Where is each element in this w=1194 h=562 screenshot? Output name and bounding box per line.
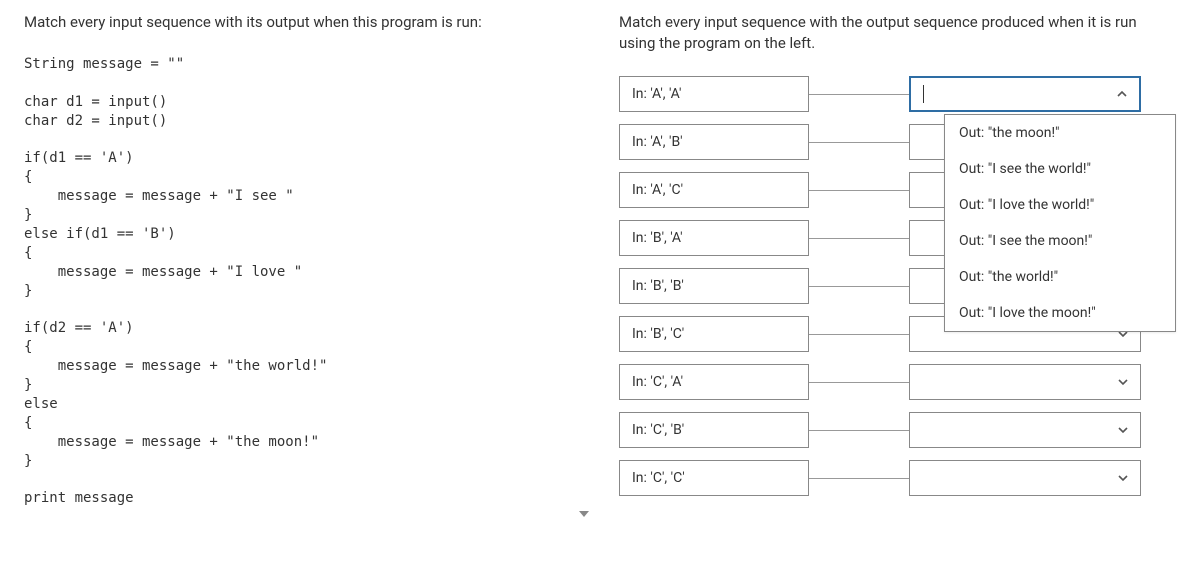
dropdown-option[interactable]: Out: "I see the moon!" (945, 223, 1175, 259)
dropdown-option[interactable]: Out: "the world!" (945, 259, 1175, 295)
connector-line (809, 190, 909, 191)
scroll-down-indicator (579, 509, 589, 522)
chevron-down-icon (1116, 375, 1130, 389)
right-instruction: Match every input sequence with the outp… (619, 12, 1176, 54)
input-sequence-box: In: 'C', 'C' (619, 460, 809, 496)
input-sequence-box: In: 'B', 'C' (619, 316, 809, 352)
connector-line (809, 430, 909, 431)
right-panel: Match every input sequence with the outp… (595, 0, 1194, 562)
output-select[interactable] (909, 76, 1141, 112)
connector-line (809, 142, 909, 143)
output-select[interactable] (909, 460, 1141, 496)
connector-line (809, 94, 909, 95)
connector-line (809, 238, 909, 239)
connector-line (809, 334, 909, 335)
input-sequence-box: In: 'C', 'B' (619, 412, 809, 448)
input-sequence-box: In: 'A', 'A' (619, 76, 809, 112)
chevron-up-icon (1115, 87, 1129, 101)
input-sequence-box: In: 'A', 'C' (619, 172, 809, 208)
output-select-value (923, 85, 924, 103)
match-row: In: 'C', 'A' (619, 364, 1176, 400)
left-instruction: Match every input sequence with its outp… (24, 12, 571, 33)
input-sequence-box: In: 'B', 'B' (619, 268, 809, 304)
connector-line (809, 478, 909, 479)
input-sequence-box: In: 'B', 'A' (619, 220, 809, 256)
input-sequence-box: In: 'C', 'A' (619, 364, 809, 400)
match-row: In: 'A', 'A' (619, 76, 1176, 112)
input-sequence-box: In: 'A', 'B' (619, 124, 809, 160)
connector-line (809, 286, 909, 287)
dropdown-option[interactable]: Out: "I love the moon!" (945, 295, 1175, 331)
code-block: String message = "" char d1 = input() ch… (24, 55, 571, 508)
output-select[interactable] (909, 412, 1141, 448)
left-panel: Match every input sequence with its outp… (0, 0, 595, 562)
match-row: In: 'C', 'C' (619, 460, 1176, 496)
dropdown-option[interactable]: Out: "I see the world!" (945, 151, 1175, 187)
chevron-down-icon (1116, 471, 1130, 485)
output-dropdown: Out: "the moon!"Out: "I see the world!"O… (944, 114, 1176, 332)
match-row: In: 'C', 'B' (619, 412, 1176, 448)
chevron-down-icon (1116, 423, 1130, 437)
output-select[interactable] (909, 364, 1141, 400)
connector-line (809, 382, 909, 383)
dropdown-option[interactable]: Out: "I love the world!" (945, 187, 1175, 223)
dropdown-option[interactable]: Out: "the moon!" (945, 115, 1175, 151)
